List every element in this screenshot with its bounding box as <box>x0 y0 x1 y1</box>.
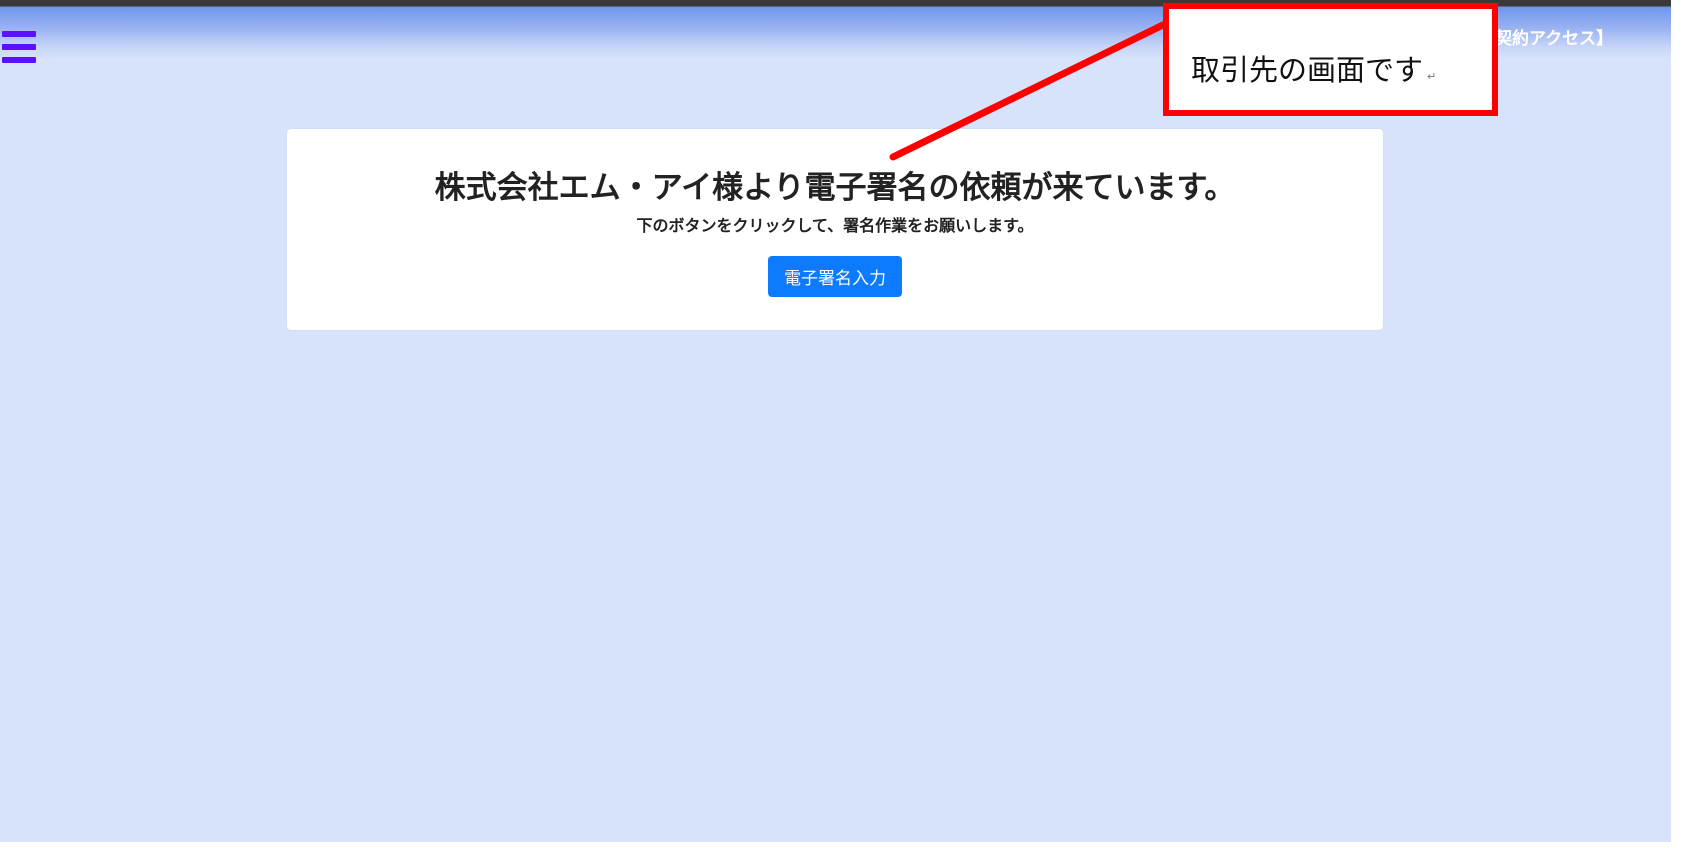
header-label: 契約アクセス】 <box>1495 29 1614 49</box>
card-subtitle: 下のボタンをクリックして、署名作業をお願いします。 <box>636 216 1034 235</box>
callout-text: 取引先の画面です ↵ <box>1191 47 1436 89</box>
hamburger-menu-icon[interactable] <box>2 31 36 63</box>
hamburger-line <box>2 57 36 63</box>
callout-label: 取引先の画面です <box>1191 53 1424 87</box>
signature-request-card: 株式会社エム・アイ様より電子署名の依頼が来ています。 下のボタンをクリックして、… <box>287 129 1383 330</box>
electronic-signature-button[interactable]: 電子署名入力 <box>768 256 902 297</box>
page-area: 契約アクセス】 株式会社エム・アイ様より電子署名の依頼が来ています。 下のボタン… <box>0 0 1671 842</box>
annotation-callout-box: 取引先の画面です ↵ <box>1163 3 1498 116</box>
return-mark-icon: ↵ <box>1427 70 1437 83</box>
card-title: 株式会社エム・アイ様より電子署名の依頼が来ています。 <box>434 170 1236 206</box>
hamburger-line <box>2 44 36 50</box>
hamburger-line <box>2 31 36 37</box>
